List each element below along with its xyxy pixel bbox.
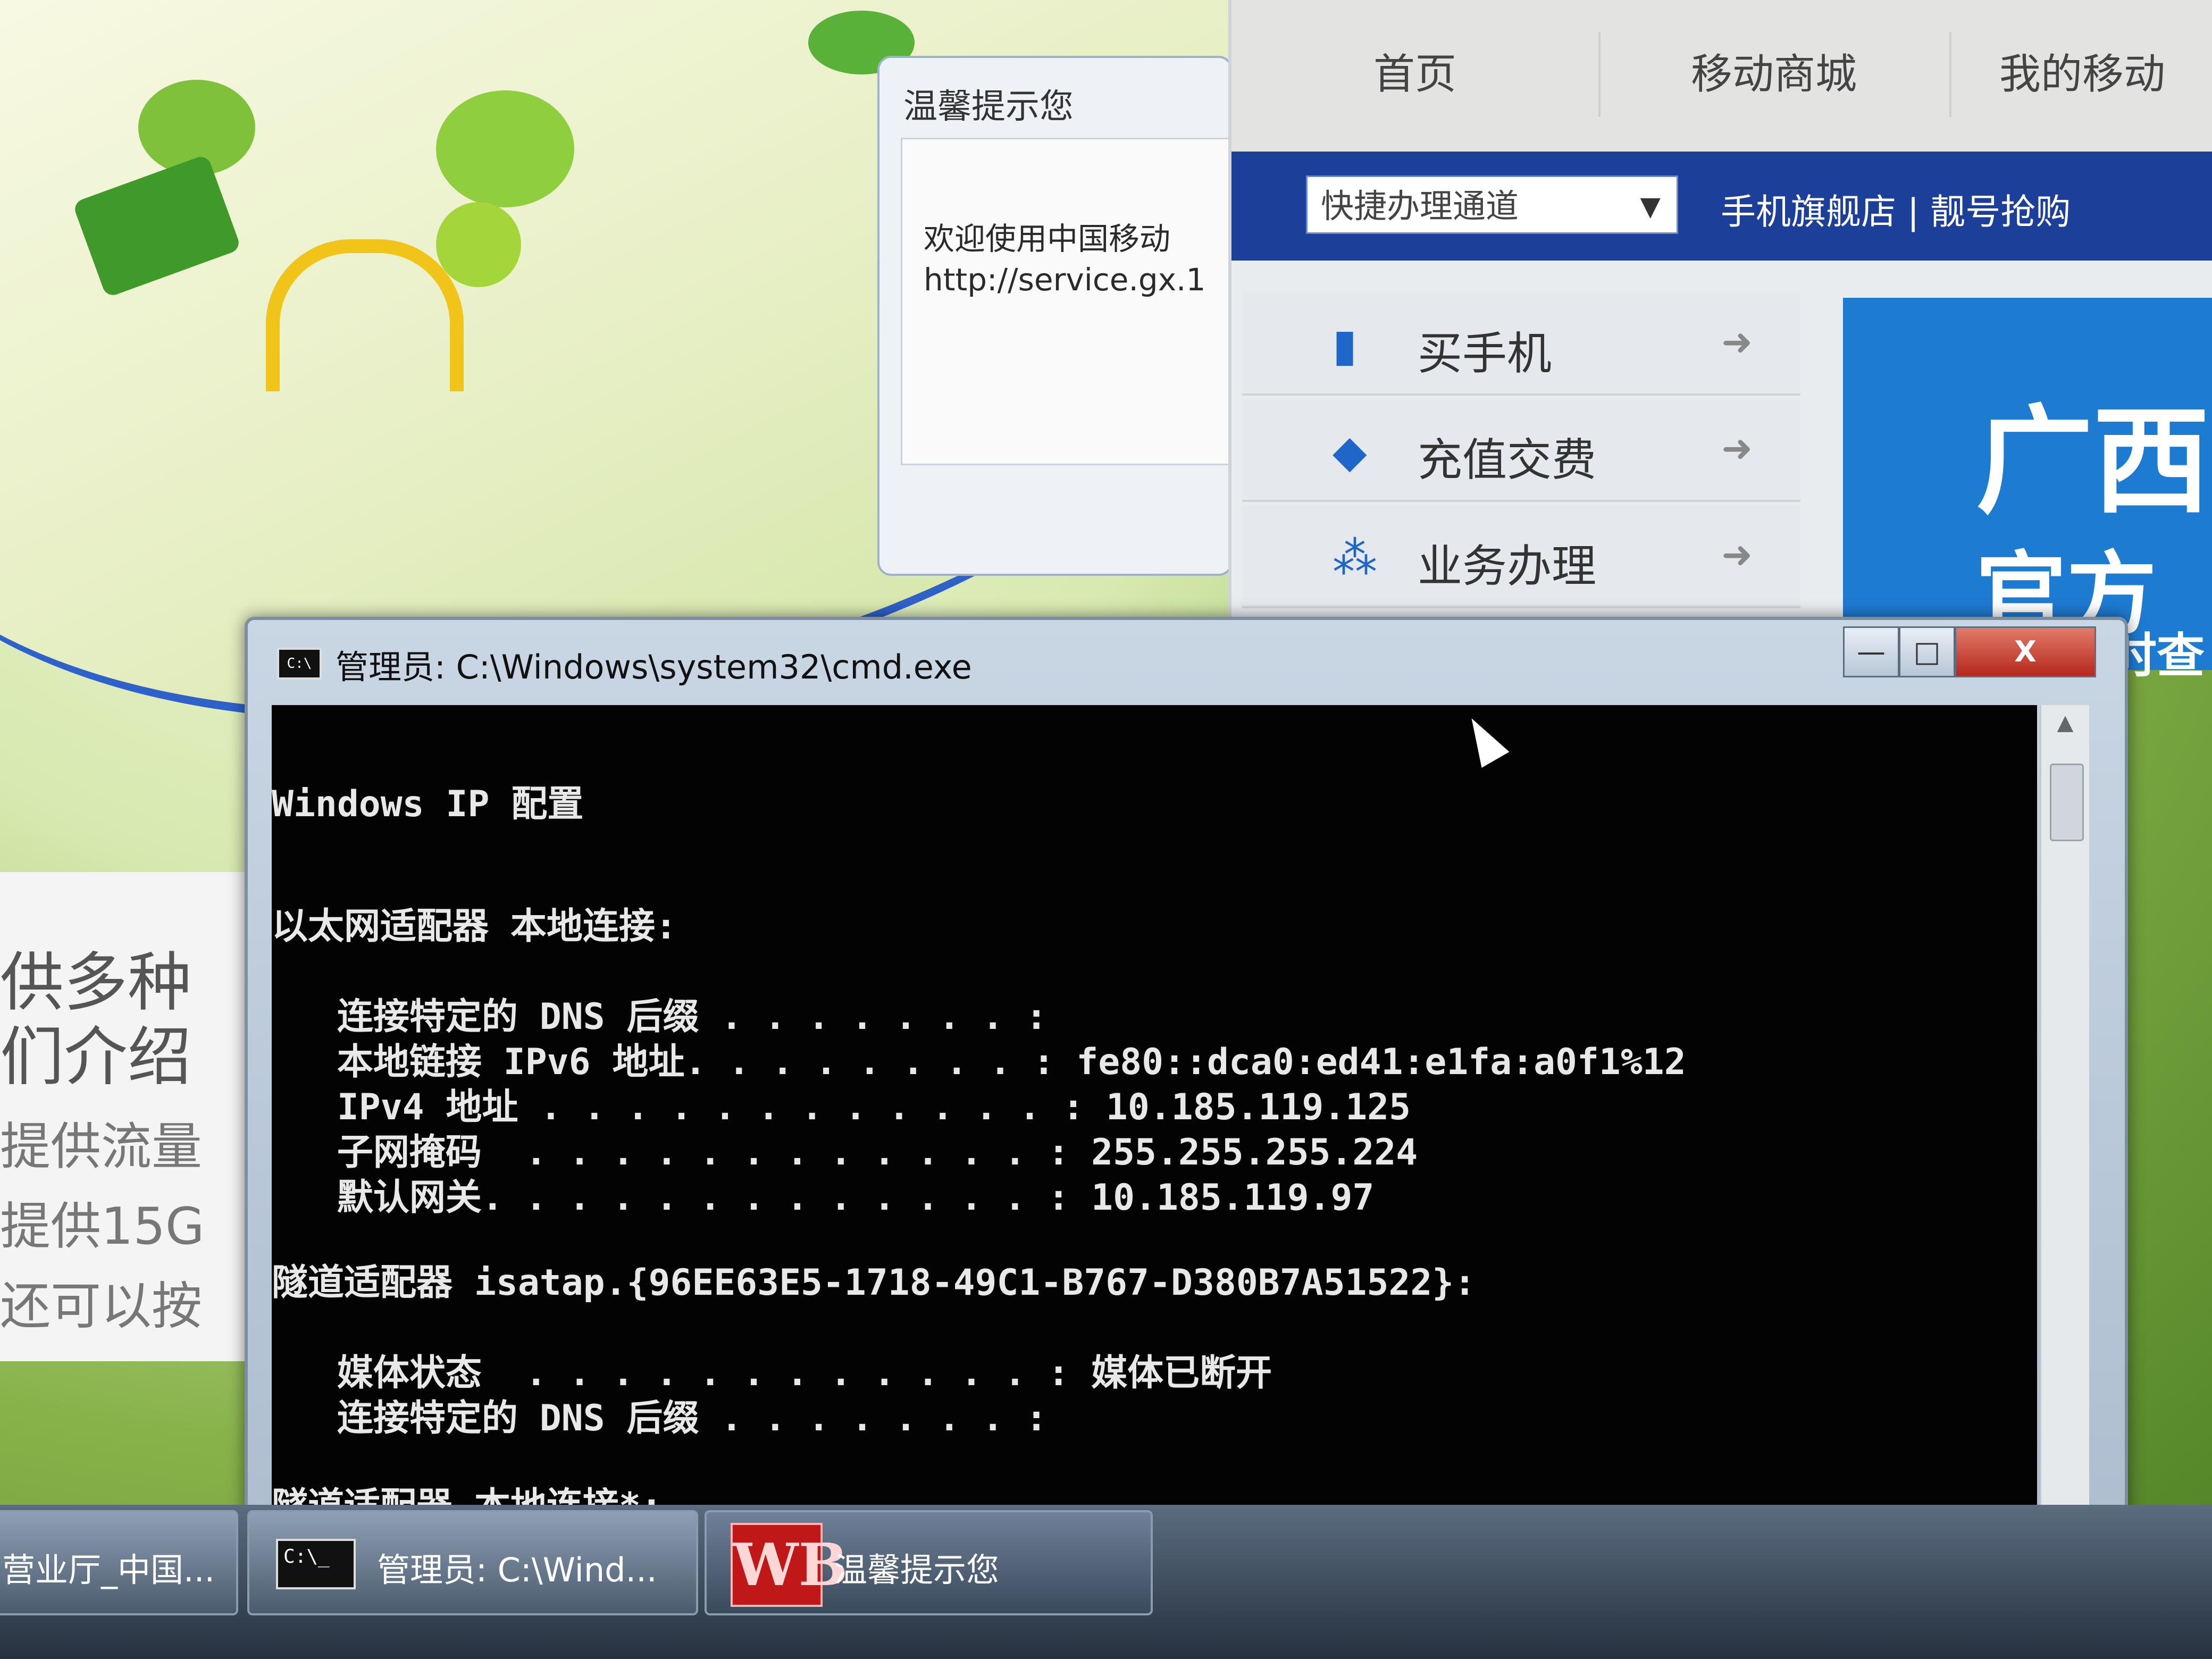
card-icon: ◆ [1333, 425, 1367, 477]
cmd-taskbar-icon: C:\_ [276, 1539, 356, 1589]
console-line: 默认网关. . . . . . . . . . . . . : 10.185.1… [272, 1177, 1375, 1219]
china-mobile-webpage: 首页 移动商城 我的移动 快捷办理通道 ▼ 手机旗舰店 | 靓号抢购 ▮ 买手机… [1228, 0, 2212, 684]
taskbar-item-label: 管理员: C:\Wind... [377, 1551, 657, 1589]
cmd-window[interactable]: C:\ 管理员: C:\Windows\system32\cmd.exe — □… [245, 617, 2128, 1527]
console-line: 连接特定的 DNS 后缀 . . . . . . . : [272, 1397, 1048, 1439]
quick-service-select[interactable]: 快捷办理通道 ▼ [1306, 175, 1678, 234]
notice-dialog-body: 欢迎使用中国移动 http://service.gx.1 [901, 138, 1234, 465]
console-line: 隧道适配器 isatap.{96EE63E5-1718-49C1-B767-D3… [272, 1262, 1476, 1304]
left-page-line: 提供流量 [0, 1118, 203, 1176]
nav-mobile-mall[interactable]: 移动商城 [1598, 32, 1951, 117]
background-webpage-text: 供多种 们介绍 提供流量 提供15G 还可以按 [0, 872, 255, 1361]
top-nav: 首页 移动商城 我的移动 [1231, 0, 2212, 152]
taskbar: 营业厅_中国... C:\_ 管理员: C:\Wind... WB 温馨提示您 [0, 1505, 2212, 1659]
cmd-titlebar[interactable]: C:\ 管理员: C:\Windows\system32\cmd.exe — □… [248, 620, 2125, 700]
menu-item-buy-phone[interactable]: ▮ 买手机 ➜ [1242, 292, 1800, 396]
arrow-right-icon: ➜ [1721, 426, 1753, 470]
notice-message: 欢迎使用中国移动 [924, 221, 1171, 257]
banner-text: 广西 [1976, 393, 2210, 530]
notice-dialog[interactable]: 温馨提示您 欢迎使用中国移动 http://service.gx.1 [877, 56, 1234, 576]
promo-banner[interactable]: 广西 官方 时查 [1843, 298, 2212, 684]
network-icon: ⁂ [1333, 532, 1377, 584]
maximize-button[interactable]: □ [1899, 626, 1955, 677]
left-page-line: 们介绍 [0, 1020, 191, 1094]
console-line: Windows IP 配置 [272, 783, 584, 825]
cmd-window-title: 管理员: C:\Windows\system32\cmd.exe [336, 648, 972, 686]
console-output[interactable]: Windows IP 配置 以太网适配器 本地连接: 连接特定的 DNS 后缀 … [272, 705, 2037, 1524]
taskbar-item-notice[interactable]: WB 温馨提示您 [705, 1510, 1153, 1615]
quick-service-value: 快捷办理通道 [1321, 187, 1519, 225]
scroll-up-icon[interactable]: ▲ [2041, 710, 2089, 735]
wb-app-icon: WB [731, 1523, 848, 1607]
scroll-thumb[interactable] [2050, 764, 2084, 841]
menu-label: 业务办理 [1418, 540, 1597, 592]
console-scrollbar[interactable]: ▲ [2040, 705, 2089, 1524]
nav-home[interactable]: 首页 [1231, 32, 1601, 117]
taskbar-item-browser[interactable]: 营业厅_中国... [0, 1510, 238, 1615]
close-button[interactable]: X [1955, 626, 2096, 677]
phone-icon: ▮ [1333, 319, 1358, 371]
minimize-button[interactable]: — [1843, 626, 1899, 677]
notice-dialog-title: 温馨提示您 [903, 87, 1074, 127]
wallpaper-icon-bubble [436, 202, 521, 287]
menu-item-recharge[interactable]: ◆ 充值交费 ➜ [1242, 399, 1800, 502]
console-line: 以太网适配器 本地连接: [272, 906, 677, 948]
arrow-right-icon: ➜ [1721, 533, 1753, 576]
notice-url[interactable]: http://service.gx.1 [924, 262, 1205, 298]
taskbar-item-cmd[interactable]: C:\_ 管理员: C:\Wind... [247, 1510, 698, 1615]
chevron-down-icon: ▼ [1640, 191, 1661, 222]
cmd-app-icon: C:\ [277, 648, 322, 680]
nav-my-mobile[interactable]: 我的移动 [1949, 32, 2212, 117]
taskbar-item-label: 营业厅_中国... [2, 1551, 215, 1589]
headphones-icon [266, 239, 464, 391]
quick-links[interactable]: 手机旗舰店 | 靓号抢购 [1721, 183, 2071, 234]
menu-label: 充值交费 [1418, 434, 1597, 486]
menu-label: 买手机 [1418, 328, 1552, 380]
left-page-line: 提供15G [0, 1197, 205, 1256]
left-page-line: 还可以按 [0, 1277, 203, 1336]
arrow-right-icon: ➜ [1721, 320, 1753, 364]
menu-item-business[interactable]: ⁂ 业务办理 ➜ [1242, 505, 1800, 608]
taskbar-item-label: 温馨提示您 [834, 1551, 1000, 1589]
wallpaper-icon-bubble [436, 90, 574, 207]
